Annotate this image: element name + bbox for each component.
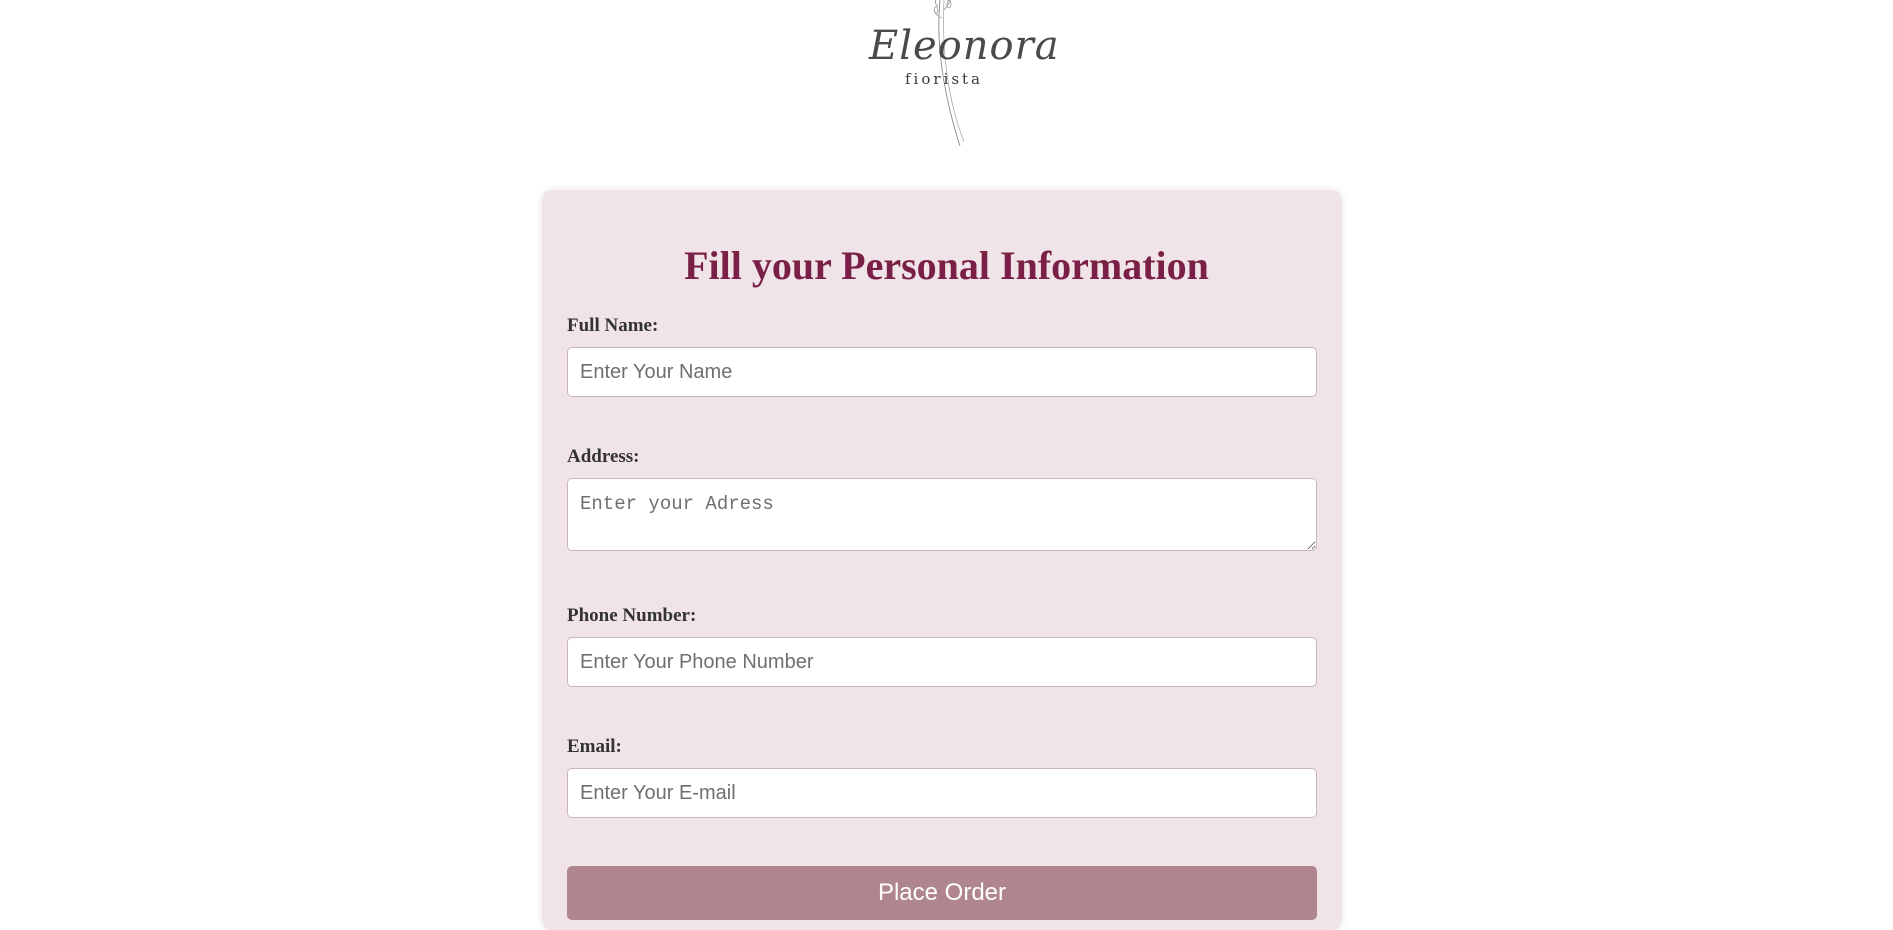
full-name-label: Full Name: xyxy=(567,315,659,336)
phone-number-label: Phone Number: xyxy=(567,605,697,626)
address-textarea[interactable] xyxy=(567,478,1317,551)
phone-number-input[interactable] xyxy=(567,637,1317,687)
place-order-button[interactable]: Place Order xyxy=(567,866,1317,920)
logo-wordmark: Eleonora xyxy=(869,23,1060,69)
logo-subtitle: fiorista xyxy=(904,70,984,88)
email-label: Email: xyxy=(567,736,622,757)
order-form-card xyxy=(542,190,1342,930)
address-label: Address: xyxy=(567,446,640,467)
full-name-input[interactable] xyxy=(567,347,1317,397)
email-input[interactable] xyxy=(567,768,1317,818)
form-title: Fill your Personal Information xyxy=(684,243,1209,288)
brand-logo: Eleonora fiorista xyxy=(864,0,1060,148)
